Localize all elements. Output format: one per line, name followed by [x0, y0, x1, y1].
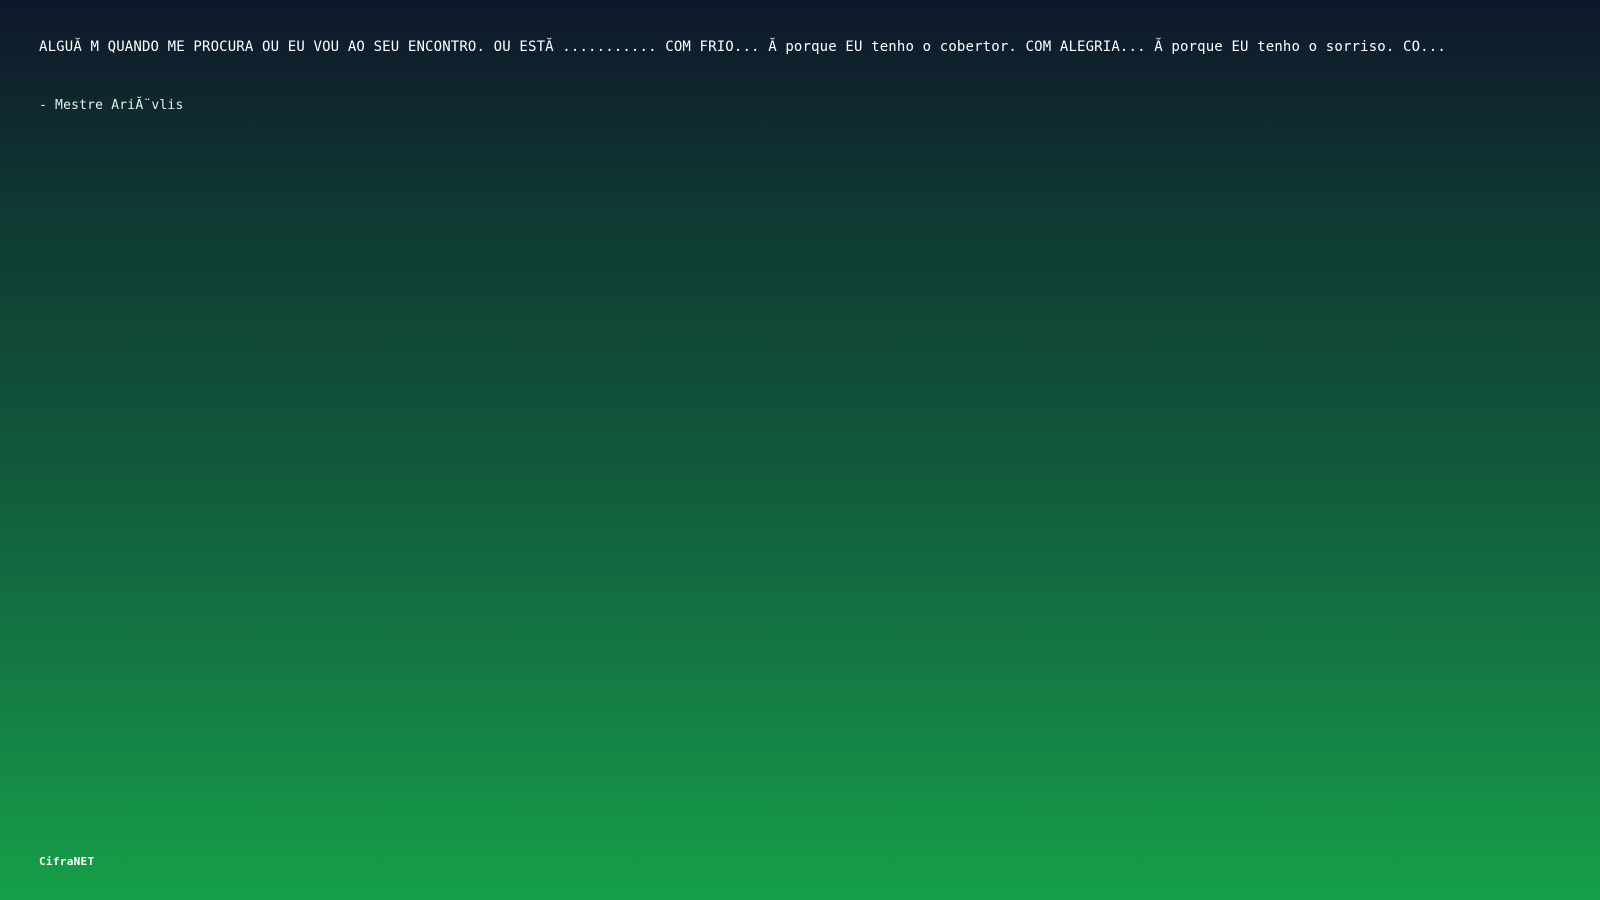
quote-card: ALGUĂ M QUANDO ME PROCURA OU EU VOU AO S… [39, 36, 1569, 116]
brand-logo-text: CifraNET [39, 855, 95, 868]
quote-text: ALGUĂ M QUANDO ME PROCURA OU EU VOU AO S… [39, 39, 1446, 55]
quote-author: - Mestre AriĂ¨vlis [39, 98, 184, 113]
